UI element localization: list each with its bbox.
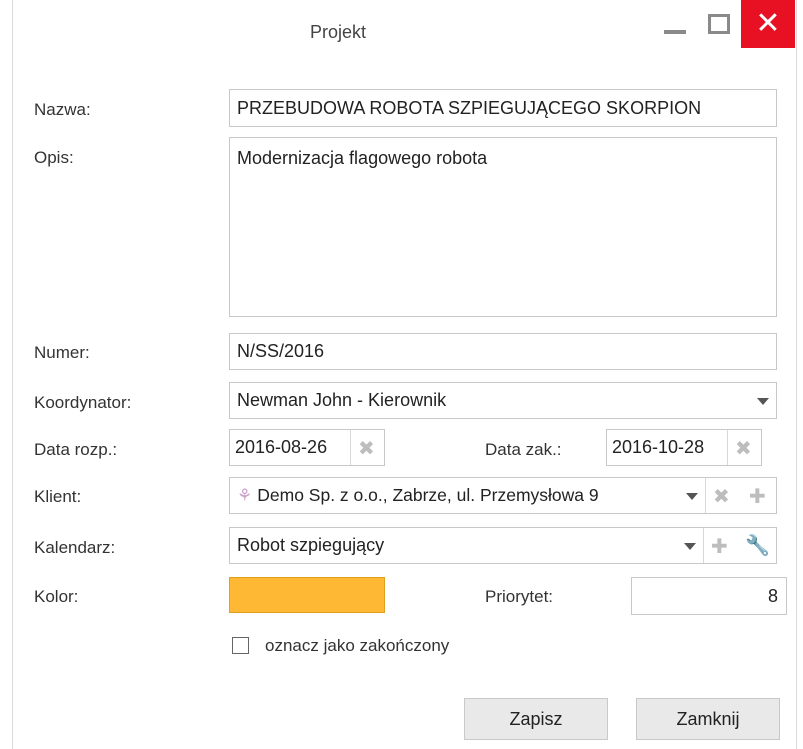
calendar-divider <box>703 528 704 563</box>
priority-label: Priorytet: <box>485 587 554 606</box>
name-input[interactable]: PRZEBUDOWA ROBOTA SZPIEGUJĄCEGO SKORPION <box>229 89 777 127</box>
close-icon: ✕ <box>755 6 781 41</box>
description-textarea[interactable]: Modernizacja flagowego robota <box>229 137 777 317</box>
number-input[interactable]: N/SS/2016 <box>229 333 777 370</box>
dialog-title: Projekt <box>309 22 367 42</box>
maximize-icon <box>708 14 730 34</box>
start-date-divider <box>350 430 351 465</box>
clear-client-icon[interactable]: ✖ <box>713 486 730 506</box>
completed-checkbox[interactable] <box>232 637 249 654</box>
number-label: Numer: <box>34 343 90 362</box>
end-date-value: 2016-10-28 <box>612 437 705 457</box>
add-calendar-icon[interactable]: ✚ <box>711 536 728 556</box>
chevron-down-icon[interactable] <box>684 543 696 550</box>
name-label: Nazwa: <box>34 100 91 119</box>
client-label: Klient: <box>34 487 82 506</box>
client-icon: ⚘ <box>237 485 253 506</box>
client-value: Demo Sp. z o.o., Zabrze, ul. Przemysłowa… <box>257 485 599 505</box>
title-bar: Projekt ✕ <box>13 0 796 70</box>
close-window-button[interactable]: ✕ <box>741 0 795 48</box>
minimize-button[interactable] <box>653 0 697 48</box>
color-label: Kolor: <box>34 587 79 606</box>
chevron-down-icon[interactable] <box>757 398 769 405</box>
coordinator-select[interactable]: Newman John - Kierownik <box>229 382 777 419</box>
start-date-label: Data rozp.: <box>34 440 118 459</box>
chevron-down-icon[interactable] <box>686 493 698 500</box>
coordinator-value: Newman John - Kierownik <box>237 390 447 410</box>
add-client-icon[interactable]: ✚ <box>749 486 766 506</box>
calendar-label: Kalendarz: <box>34 538 116 557</box>
maximize-button[interactable] <box>697 0 741 48</box>
priority-input[interactable]: 8 <box>631 577 787 615</box>
close-button[interactable]: Zamknij <box>636 698 780 740</box>
completed-label: oznacz jako zakończony <box>265 636 450 655</box>
wrench-icon[interactable]: 🔧 <box>745 535 770 555</box>
start-date-value: 2016-08-26 <box>235 437 328 457</box>
description-label: Opis: <box>34 148 74 167</box>
color-picker[interactable] <box>229 577 385 613</box>
minimize-icon <box>664 30 686 34</box>
end-date-label: Data zak.: <box>485 440 562 459</box>
client-divider <box>705 478 706 513</box>
end-date-divider <box>727 430 728 465</box>
save-button[interactable]: Zapisz <box>464 698 608 740</box>
project-dialog: Projekt ✕ Nazwa: PRZEBUDOWA ROBOTA SZPIE… <box>12 0 797 749</box>
clear-start-date-icon[interactable]: ✖ <box>358 438 375 458</box>
clear-end-date-icon[interactable]: ✖ <box>735 438 752 458</box>
coordinator-label: Koordynator: <box>34 393 132 412</box>
calendar-value: Robot szpiegujący <box>237 535 385 555</box>
